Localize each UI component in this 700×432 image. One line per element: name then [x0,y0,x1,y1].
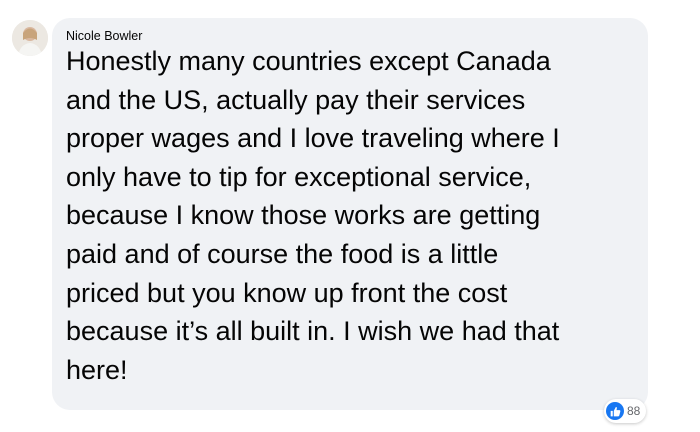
comment-text-line: because I know those works are getting [66,200,541,231]
comment-bubble: Nicole Bowler Honestly many countries ex… [52,18,648,410]
comment-thread: Nicole Bowler Honestly many countries ex… [0,0,700,432]
comment-text-line: only have to tip for exceptional service… [66,161,532,192]
comment-text: Honestly many countries except Canada an… [66,42,641,389]
comment-text-line: here! [66,354,128,385]
comment-author[interactable]: Nicole Bowler [66,29,142,43]
reaction-count: 88 [627,404,641,418]
avatar[interactable] [12,20,48,56]
comment-text-line: paid and of course the food is a little [66,238,499,269]
comment-text-line: Honestly many countries except Canada [66,46,551,76]
comment-text-line: and the US, actually pay their services [66,84,526,115]
comment-text-line: priced but you know up front the cost [66,277,508,308]
reaction-summary[interactable]: 88 [604,399,647,423]
avatar-photo [12,20,48,56]
comment-text-line: proper wages and I love traveling where … [66,123,560,154]
thumbs-up-icon [606,402,624,420]
comment-text-line: because it’s all built in. I wish we had… [66,316,560,347]
